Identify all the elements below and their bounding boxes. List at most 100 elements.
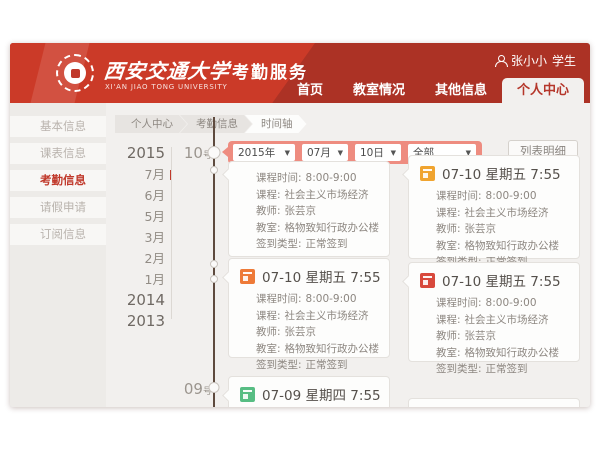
field-label: 课程: [256,189,281,201]
nav-item-home[interactable]: 首页 [282,78,338,103]
sidebar-item-attendance-info[interactable]: 考勤信息 [10,170,106,191]
card-field: 课程:社会主义市场经济 [436,205,579,222]
field-label: 课程: [436,207,461,219]
field-value: 8:00-9:00 [486,190,537,202]
card-field: 教师: 张芸京 [436,328,579,345]
card-field: 教室: 格物致知行政办公楼 [256,220,389,237]
card-datetime: 07-10 星期五 7:55 [442,163,561,183]
field-value: 正常签到 [486,363,528,375]
card-field: 教室: 格物致知行政办公楼 [256,341,389,358]
chevron-down-icon: ▼ [285,149,290,157]
attendance-card[interactable]: 课程时间: 8:00-9:00 课程:社会主义市场经济教师:张芸京教室: 格物致知行政… [228,161,390,257]
field-value: 社会主义市场经济 [285,310,369,322]
field-label: 课程时间: [436,297,482,309]
university-name-en: XI'AN JIAO TONG UNIVERSITY [105,83,228,91]
scale-year-2015[interactable]: 2015 [105,143,165,164]
user-role: 学生 [552,52,576,69]
field-value: 张芸京 [465,223,497,235]
field-label: 课程时间: [436,190,482,202]
timeline-dot [210,275,218,283]
field-label: 教室: [436,347,461,359]
calendar-icon [240,269,255,284]
field-label: 课程: [256,310,281,322]
card-header: 07-09 星期四 7:55 [229,377,389,404]
scale-month-2[interactable]: 2月 [105,248,165,269]
person-icon [495,55,506,66]
field-label: 教师: [256,326,281,338]
day-marker-09: 09号 [170,379,212,398]
timeline-dot [210,260,218,268]
card-field: 课程时间: 8:00-9:00 [436,295,579,312]
breadcrumb: 个人中心 考勤信息 时间轴 [115,115,307,133]
attendance-card[interactable] [408,398,580,407]
card-field: 教室:格物致知行政办公楼 [436,238,579,255]
field-value: 格物致知行政办公楼 [465,347,560,359]
attendance-card[interactable]: 07-10 星期五 7:55 课程时间:8:00-9:00课程:社会主义市场经济… [228,258,390,358]
scale-month-7-current[interactable]: 7月 [105,164,165,185]
card-field: 教师: 张芸京 [256,324,389,341]
field-value: 张芸京 [465,330,497,342]
card-datetime: 07-09 星期四 7:55 [262,384,381,404]
nav-item-other-info[interactable]: 其他信息 [420,78,502,103]
attendance-card[interactable]: 07-10 星期五 7:55 课程时间: 8:00-9:00 课程:社会主义市场经济… [408,155,580,259]
main-nav: 首页 教室情况 其他信息 个人中心 [282,78,584,103]
card-header: 07-10 星期五 7:55 [229,259,389,286]
card-header: 07-10 星期五 7:55 [409,156,579,183]
card-field: 签到类型: 正常签到 [436,361,579,378]
breadcrumb-personal-center[interactable]: 个人中心 [115,115,187,133]
field-value: 格物致知行政办公楼 [285,222,380,234]
timeline-dot-day09[interactable] [209,382,220,393]
field-label: 签到类型: [436,363,482,375]
field-label: 教室: [256,222,281,234]
user-name: 张小小 [511,52,547,69]
user-info[interactable]: 张小小 学生 [495,52,576,69]
scale-guide-line [171,147,172,319]
field-label: 教室: [436,240,461,252]
card-field: 签到类型:正常签到 [256,357,389,374]
scale-year-2014[interactable]: 2014 [105,290,165,311]
sidebar-item-basic-info[interactable]: 基本信息 [10,116,106,137]
chevron-down-icon: ▼ [391,149,396,157]
card-field: 课程:社会主义市场经济 [256,187,389,204]
field-value: 正常签到 [306,359,348,371]
sidebar-item-leave-request[interactable]: 请假申请 [10,197,106,218]
field-value: 正常签到 [306,238,348,250]
breadcrumb-attendance-info[interactable]: 考勤信息 [180,115,252,133]
month-select[interactable]: 07月▼ [302,144,348,161]
university-name-zh: 西安交通大学 [102,55,231,84]
card-field: 课程时间: 8:00-9:00 [256,170,389,187]
card-field: 教室: 格物致知行政办公楼 [436,345,579,362]
year-select[interactable]: 2015年▼ [233,144,295,161]
field-label: 教师: [436,223,461,235]
timeline-dot-day10[interactable] [208,146,221,159]
scale-month-1[interactable]: 1月 [105,269,165,290]
breadcrumb-timeline: 时间轴 [245,115,307,133]
field-value: 8:00-9:00 [306,172,357,184]
sidebar-item-schedule-info[interactable]: 课表信息 [10,143,106,164]
field-value: 张芸京 [285,326,317,338]
calendar-icon [420,273,435,288]
field-label: 教师: [436,330,461,342]
nav-item-classrooms[interactable]: 教室情况 [338,78,420,103]
scale-month-3[interactable]: 3月 [105,227,165,248]
field-value: 8:00-9:00 [486,297,537,309]
field-label: 签到类型: [256,238,302,250]
sidebar-item-subscription-info[interactable]: 订阅信息 [10,224,106,245]
day-select[interactable]: 10日▼ [355,144,401,161]
scale-year-2013[interactable]: 2013 [105,311,165,332]
card-field: 教师:张芸京 [256,203,389,220]
field-value: 格物致知行政办公楼 [285,343,380,355]
field-label: 课程时间: [256,172,302,184]
attendance-card[interactable]: 07-09 星期四 7:55 [228,376,390,407]
chevron-down-icon: ▼ [338,149,343,157]
nav-item-personal-center[interactable]: 个人中心 [502,78,584,103]
day-marker-10: 10号 [170,143,212,162]
attendance-card[interactable]: 07-10 星期五 7:55 课程时间:8:00-9:00课程:社会主义市场经济… [408,262,580,362]
logo-emblem [64,62,86,84]
card-datetime: 07-10 星期五 7:55 [442,270,561,290]
scale-month-5[interactable]: 5月 [105,206,165,227]
university-logo-icon [56,54,94,92]
field-label: 课程时间: [256,293,302,305]
field-label: 教室: [256,343,281,355]
scale-month-6[interactable]: 6月 [105,185,165,206]
